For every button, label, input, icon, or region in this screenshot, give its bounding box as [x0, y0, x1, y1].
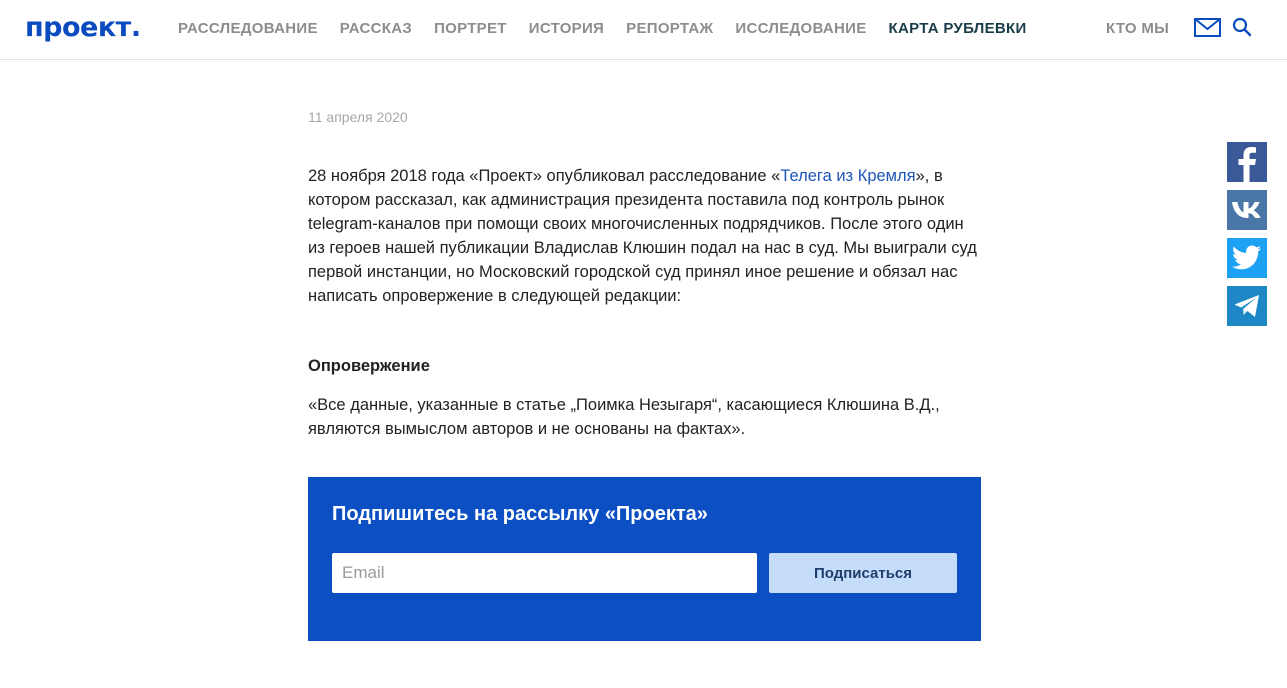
nav-item-research[interactable]: ИССЛЕДОВАНИЕ: [735, 20, 866, 38]
share-panel: [1227, 142, 1267, 334]
article-paragraph: 28 ноября 2018 года «Проект» опубликовал…: [308, 164, 978, 308]
refutation-quote: «Все данные, указанные в статье „Поимка …: [308, 396, 940, 438]
nav-item-about[interactable]: КТО МЫ: [1106, 20, 1169, 38]
nav-item-rublevka-map[interactable]: КАРТА РУБЛЕВКИ: [889, 20, 1027, 38]
nav-item-portrait[interactable]: ПОРТРЕТ: [434, 20, 507, 38]
search-icon[interactable]: [1232, 17, 1252, 37]
subscribe-button[interactable]: Подписаться: [769, 553, 957, 593]
article-date: 11 апреля 2020: [308, 109, 408, 125]
email-input[interactable]: [332, 553, 757, 593]
site-header: проект. РАССЛЕДОВАНИЕ РАССКАЗ ПОРТРЕТ ИС…: [0, 0, 1287, 60]
newsletter-title: Подпишитесь на рассылку «Проекта»: [332, 503, 708, 525]
refutation-heading: Опровержение: [308, 357, 430, 375]
site-logo[interactable]: проект.: [25, 12, 141, 43]
mail-icon[interactable]: [1194, 18, 1221, 37]
twitter-icon[interactable]: [1227, 238, 1267, 278]
main-nav: РАССЛЕДОВАНИЕ РАССКАЗ ПОРТРЕТ ИСТОРИЯ РЕ…: [178, 20, 1169, 38]
vk-icon[interactable]: [1227, 190, 1267, 230]
nav-item-reportage[interactable]: РЕПОРТАЖ: [626, 20, 713, 38]
nav-item-history[interactable]: ИСТОРИЯ: [529, 20, 604, 38]
telegram-icon[interactable]: [1227, 286, 1267, 326]
newsletter-block: Подпишитесь на рассылку «Проекта» Подпис…: [308, 477, 981, 641]
nav-item-investigation[interactable]: РАССЛЕДОВАНИЕ: [178, 20, 318, 38]
paragraph-text-start: 28 ноября 2018 года «Проект» опубликовал…: [308, 167, 781, 185]
paragraph-text-end: », в котором рассказал, как администраци…: [308, 167, 977, 305]
nav-item-story[interactable]: РАССКАЗ: [340, 20, 412, 38]
article-link-telega[interactable]: Телега из Кремля: [780, 167, 915, 185]
facebook-icon[interactable]: [1227, 142, 1267, 182]
